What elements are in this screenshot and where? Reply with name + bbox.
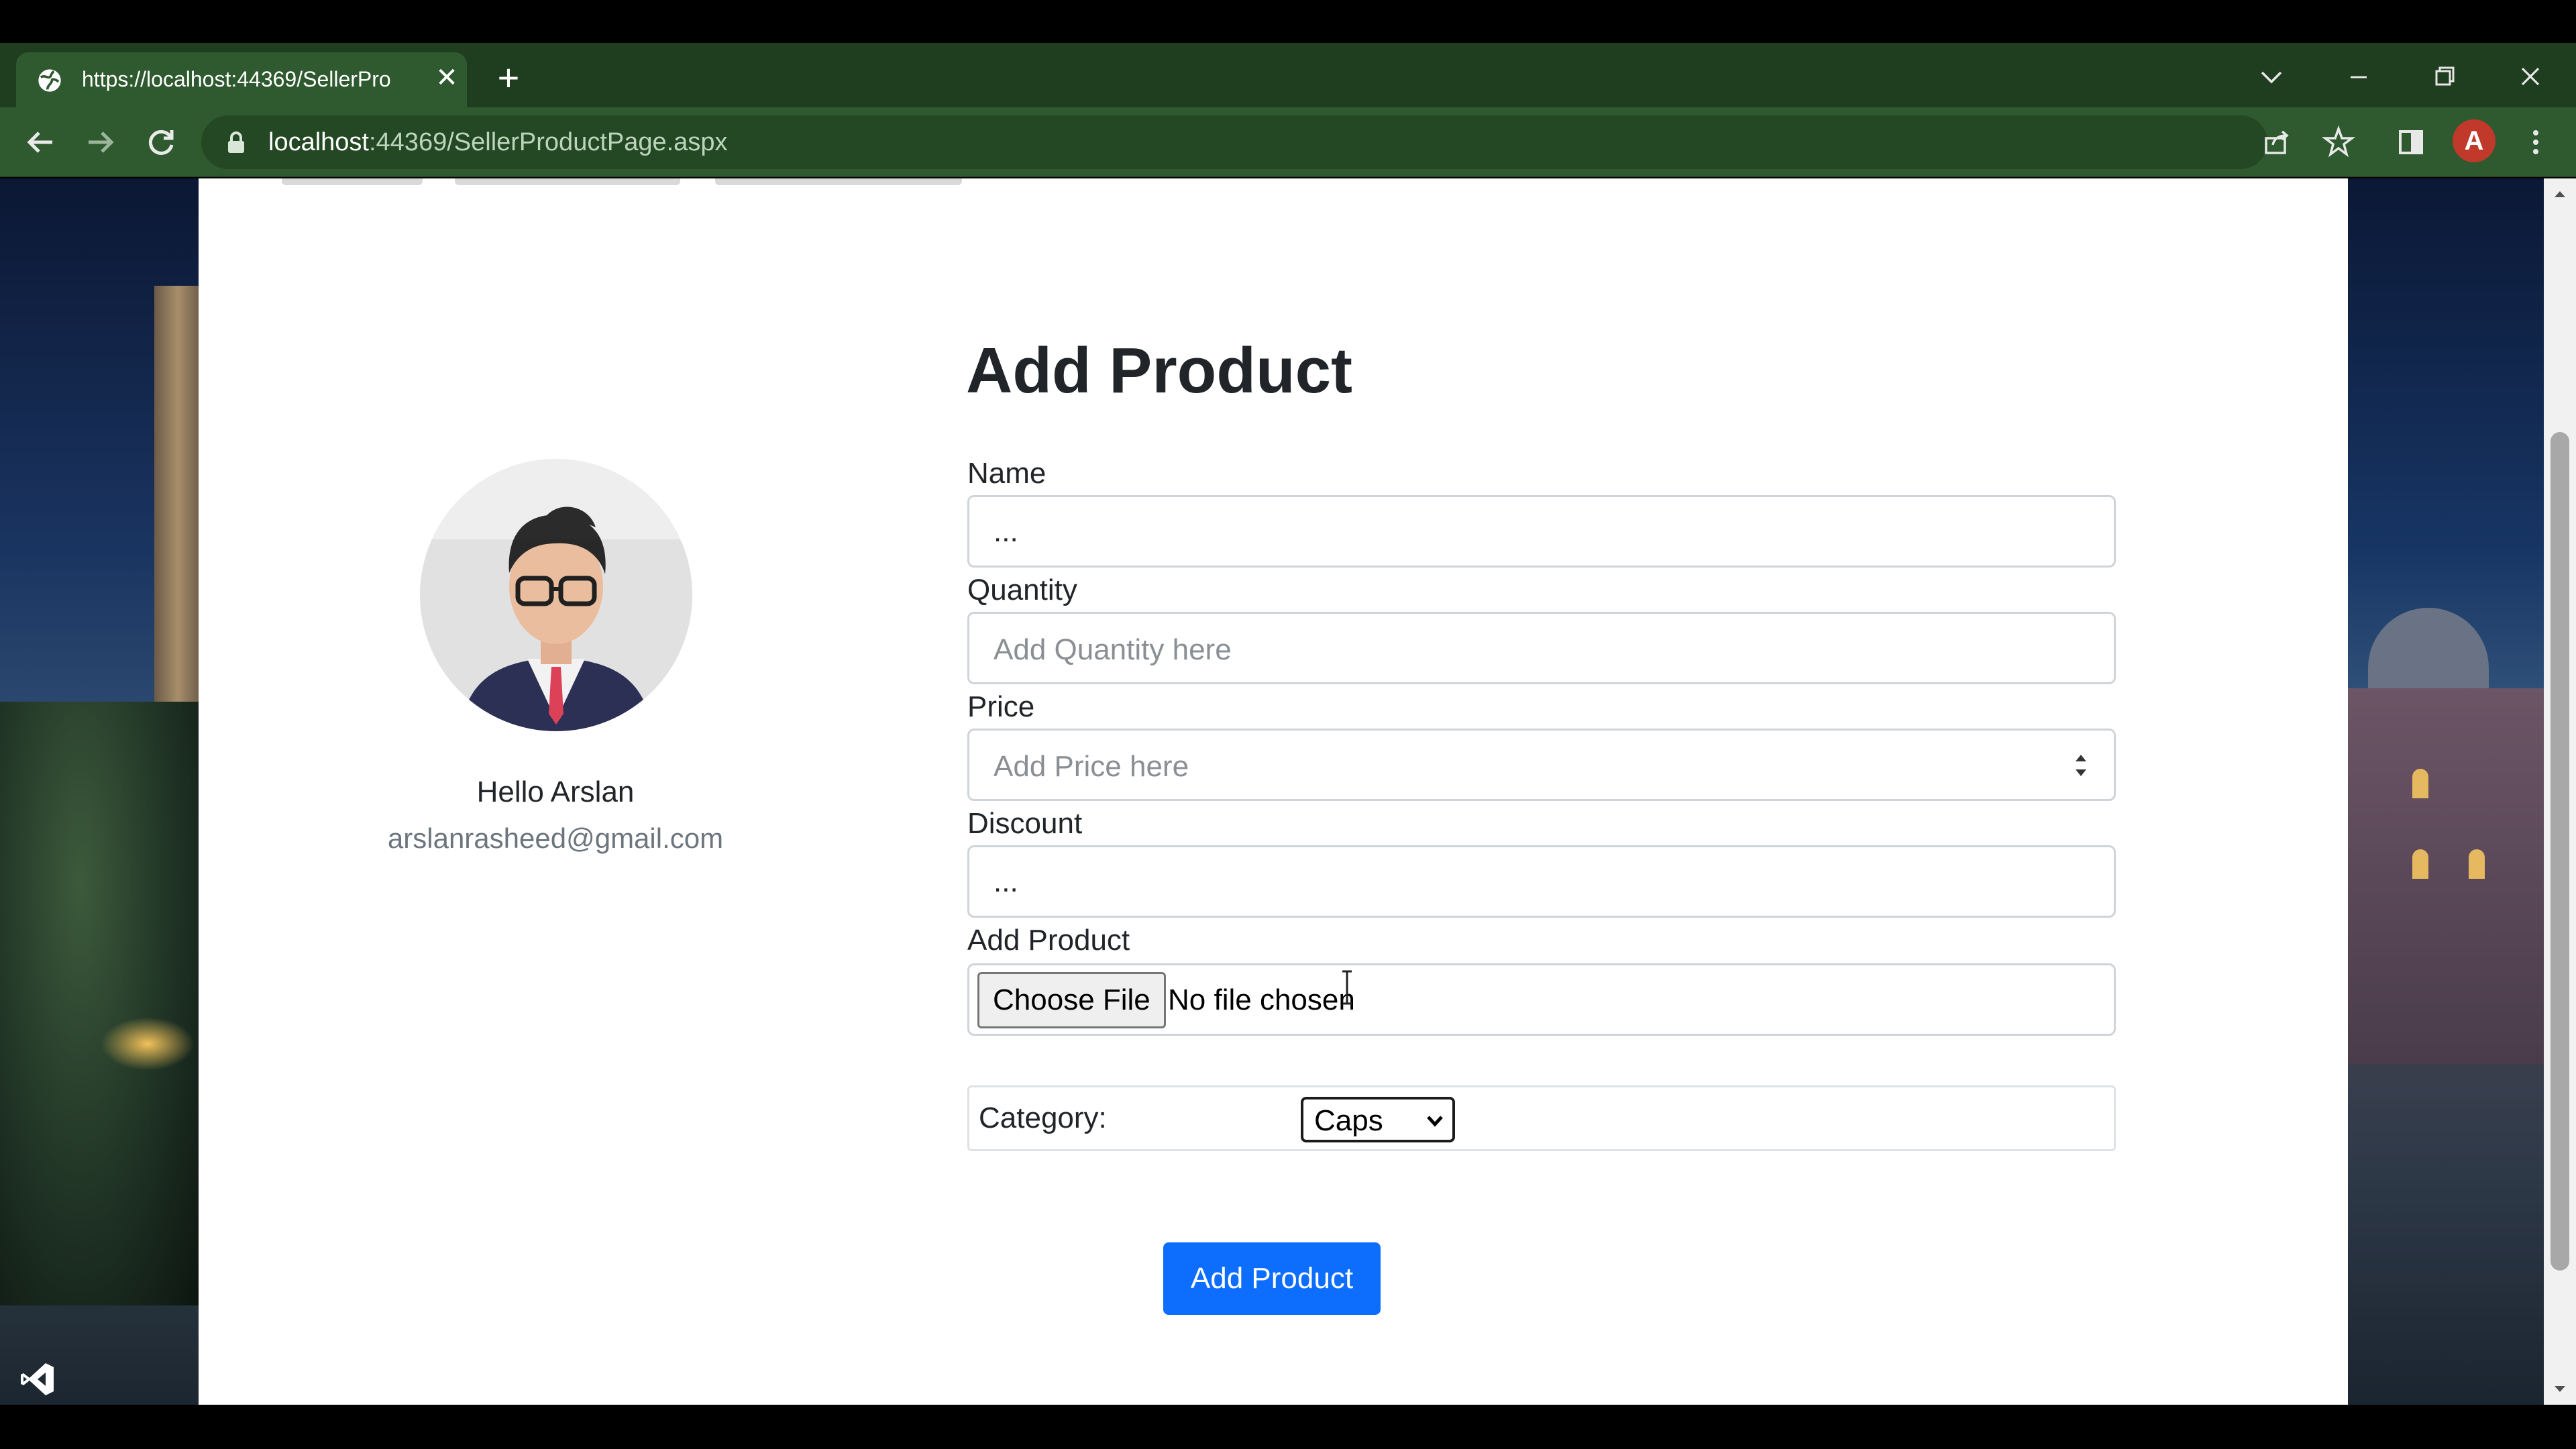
nav-tab-stub[interactable] bbox=[455, 178, 680, 185]
image-upload-label: Add Product bbox=[967, 924, 1130, 957]
discount-input-value: ... bbox=[994, 865, 1018, 898]
name-label: Name bbox=[967, 457, 1046, 490]
content-card: Hello Arslan arslanrasheed@gmail.com Add… bbox=[199, 178, 2348, 1405]
sidepanel-icon[interactable] bbox=[2392, 123, 2430, 161]
chevron-down-icon[interactable] bbox=[2251, 56, 2292, 97]
dome bbox=[2368, 608, 2489, 702]
share-icon[interactable] bbox=[2258, 123, 2296, 161]
greeting: Hello Arslan bbox=[476, 775, 635, 808]
lock-icon[interactable] bbox=[227, 130, 246, 154]
quantity-input[interactable]: Add Quantity here bbox=[967, 612, 2116, 684]
browser-tab[interactable]: https://localhost:44369/SellerPro ✕ bbox=[16, 52, 467, 107]
name-input-value: ... bbox=[994, 515, 1018, 548]
category-select[interactable]: Caps bbox=[1301, 1097, 1455, 1142]
tab-close-icon[interactable]: ✕ bbox=[433, 64, 460, 91]
top-black-bar bbox=[0, 0, 2576, 43]
page-viewport: Hello Arslan arslanrasheed@gmail.com Add… bbox=[0, 178, 2544, 1405]
url-host: localhost bbox=[268, 128, 369, 156]
chevron-down-icon bbox=[1426, 1106, 1444, 1144]
choose-file-button[interactable]: Choose File bbox=[977, 972, 1166, 1028]
price-input[interactable]: Add Price here bbox=[967, 729, 2116, 801]
price-label: Price bbox=[967, 690, 1035, 723]
tab-strip: https://localhost:44369/SellerPro ✕ + bbox=[0, 43, 2576, 107]
star-icon[interactable] bbox=[2320, 123, 2357, 161]
add-product-button[interactable]: Add Product bbox=[1163, 1242, 1381, 1315]
scrollbar[interactable] bbox=[2544, 178, 2576, 1405]
nav-tab-stub[interactable] bbox=[282, 178, 423, 185]
back-icon[interactable] bbox=[20, 122, 60, 162]
globe-icon bbox=[38, 69, 61, 92]
discount-label: Discount bbox=[967, 807, 1083, 840]
quantity-placeholder: Add Quantity here bbox=[994, 633, 1232, 666]
background-image-right bbox=[2348, 178, 2544, 1405]
user-avatar-illustration bbox=[420, 459, 692, 731]
url-path: :44369/SellerProductPage.aspx bbox=[368, 128, 728, 156]
building-wall bbox=[2348, 688, 2544, 1064]
menu-icon[interactable] bbox=[2517, 123, 2555, 161]
page-title: Add Product bbox=[966, 335, 1352, 407]
category-row: Category: Caps bbox=[967, 1085, 2116, 1151]
lit-window bbox=[2469, 849, 2485, 879]
category-selected-value: Caps bbox=[1314, 1104, 1383, 1137]
quantity-label: Quantity bbox=[967, 574, 1077, 606]
category-label: Category: bbox=[979, 1102, 1107, 1134]
user-email: arslanrasheed@gmail.com bbox=[387, 822, 724, 854]
visual-studio-icon bbox=[21, 1363, 54, 1395]
close-window-icon[interactable] bbox=[2510, 56, 2551, 97]
background-image-left bbox=[0, 178, 201, 1405]
minimize-icon[interactable] bbox=[2339, 56, 2379, 97]
text-cursor-icon bbox=[1342, 970, 1352, 1005]
omnibox[interactable]: localhost:44369/SellerProductPage.aspx bbox=[201, 115, 2267, 169]
bottom-black-bar bbox=[0, 1405, 2576, 1449]
tab-title: https://localhost:44369/SellerPro bbox=[82, 67, 391, 91]
scroll-up-icon[interactable] bbox=[2551, 185, 2569, 204]
trees bbox=[0, 702, 201, 1305]
forward-icon[interactable] bbox=[80, 122, 121, 162]
number-spinner-icon[interactable] bbox=[2071, 744, 2091, 787]
address-bar-row: localhost:44369/SellerProductPage.aspx bbox=[0, 107, 2576, 177]
lit-window bbox=[2412, 769, 2428, 798]
url-text[interactable]: localhost:44369/SellerProductPage.aspx bbox=[268, 127, 727, 157]
reload-icon[interactable] bbox=[141, 122, 181, 162]
name-input[interactable]: ... bbox=[967, 495, 2116, 568]
lights bbox=[101, 1017, 195, 1071]
restore-icon[interactable] bbox=[2424, 56, 2465, 97]
nav-tab-stub[interactable] bbox=[715, 178, 962, 185]
screen: https://localhost:44369/SellerPro ✕ + lo… bbox=[0, 0, 2576, 1449]
file-status: No file chosen bbox=[1168, 983, 1355, 1016]
scrollbar-thumb[interactable] bbox=[2551, 432, 2569, 1271]
lit-window bbox=[2412, 849, 2428, 879]
profile-avatar-chip[interactable]: A bbox=[2453, 119, 2496, 162]
scroll-down-icon[interactable] bbox=[2551, 1379, 2569, 1398]
avatar bbox=[420, 459, 692, 731]
new-tab-button[interactable]: + bbox=[490, 59, 527, 98]
discount-input[interactable]: ... bbox=[967, 845, 2116, 918]
file-input[interactable]: Choose File No file chosen bbox=[967, 963, 2116, 1036]
price-placeholder: Add Price here bbox=[994, 750, 1189, 783]
